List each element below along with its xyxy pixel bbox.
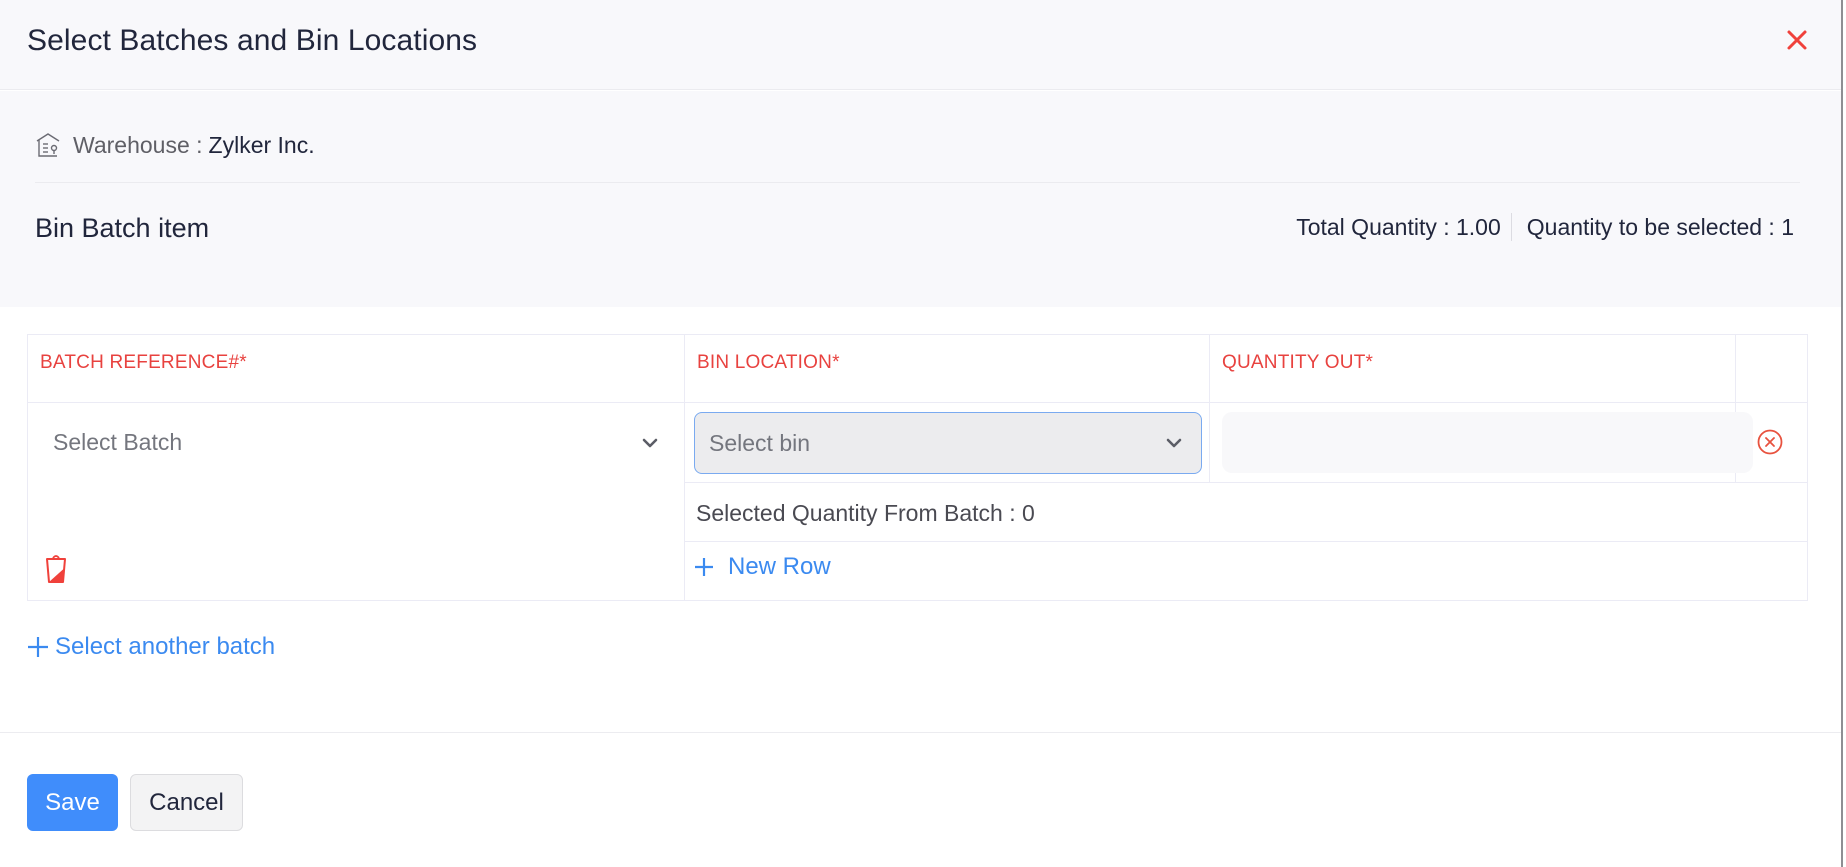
selected-quantity-from-batch: Selected Quantity From Batch : 0	[696, 500, 1035, 526]
new-row-button[interactable]: New Row	[694, 553, 831, 581]
column-header-batch-reference: BATCH REFERENCE#*	[40, 352, 247, 373]
total-quantity: Total Quantity : 1.00	[1296, 213, 1501, 240]
close-icon	[1787, 30, 1807, 50]
cancel-button[interactable]: Cancel	[130, 774, 243, 831]
info-divider	[35, 182, 1800, 183]
item-info-panel: Warehouse : Zylker Inc. Bin Batch item T…	[0, 91, 1841, 307]
item-name: Bin Batch item	[35, 213, 210, 243]
row-divider	[684, 541, 1808, 542]
select-another-batch-label: Select another batch	[55, 633, 276, 660]
warehouse-value: Zylker Inc.	[208, 131, 315, 158]
save-button[interactable]: Save	[27, 774, 118, 831]
select-another-batch-link[interactable]: Select another batch	[27, 633, 275, 661]
dialog-header: Select Batches and Bin Locations	[0, 0, 1841, 90]
quantity-out-input[interactable]	[1222, 412, 1753, 473]
chevron-down-icon	[642, 438, 658, 448]
column-divider	[684, 335, 685, 601]
remove-circle-icon	[1757, 429, 1783, 455]
bin-select[interactable]: Select bin	[694, 412, 1202, 474]
column-header-quantity-out: QUANTITY OUT*	[1222, 352, 1374, 373]
column-header-bin-location: BIN LOCATION*	[697, 352, 840, 373]
plus-icon	[695, 558, 713, 576]
bin-select-placeholder: Select bin	[709, 429, 811, 456]
batch-select-placeholder: Select Batch	[53, 429, 183, 455]
chevron-down-icon	[1166, 438, 1182, 448]
close-button[interactable]	[1783, 26, 1811, 54]
dialog-title: Select Batches and Bin Locations	[27, 24, 478, 57]
remove-row-button[interactable]	[1757, 429, 1783, 455]
plus-icon	[28, 637, 48, 657]
quantity-separator	[1510, 213, 1512, 241]
column-divider	[1209, 335, 1210, 483]
warehouse-row: Warehouse : Zylker Inc.	[35, 129, 315, 161]
delete-batch-button[interactable]	[44, 554, 68, 584]
warehouse-label: Warehouse :	[73, 131, 203, 158]
warehouse-icon	[36, 133, 60, 157]
batch-bin-dialog: Select Batches and Bin Locations Warehou…	[0, 0, 1843, 867]
batch-select[interactable]: Select Batch	[29, 403, 684, 482]
row-divider	[684, 482, 1808, 483]
quantity-summary: Total Quantity : 1.00 Quantity to be sel…	[1296, 213, 1794, 241]
new-row-label: New Row	[728, 553, 831, 580]
quantity-to-select: Quantity to be selected : 1	[1526, 213, 1794, 240]
batch-table: BATCH REFERENCE#* BIN LOCATION* QUANTITY…	[27, 334, 1808, 601]
footer-divider	[0, 732, 1841, 733]
trash-icon	[46, 555, 66, 583]
